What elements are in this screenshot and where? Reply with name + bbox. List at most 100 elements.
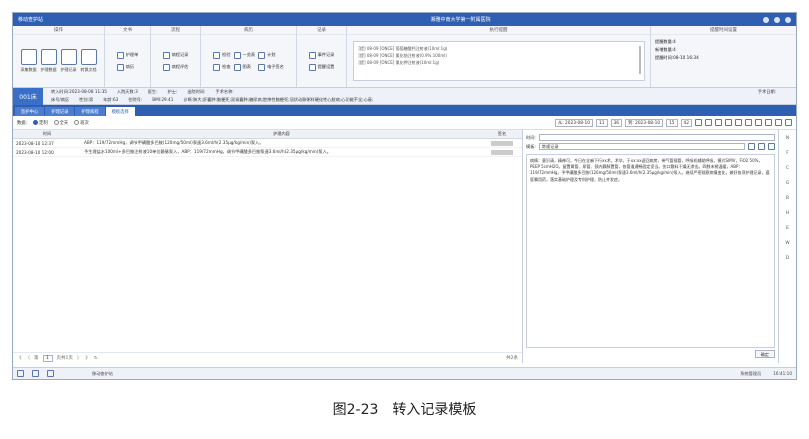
close-icon[interactable] [785, 16, 791, 23]
back-icon[interactable] [775, 119, 782, 126]
sidebar-item[interactable]: C [786, 166, 789, 171]
group-label: 病历 [201, 26, 296, 35]
from-date-input[interactable]: 从: 2023-08-10 [554, 118, 594, 127]
bed-number[interactable]: 001床 [13, 87, 43, 105]
chart-icon [233, 63, 241, 71]
doctor: 医生: [147, 89, 158, 94]
next-page-button[interactable]: 〉 [77, 355, 82, 361]
prev-page-button[interactable]: 〈 [26, 355, 31, 361]
first-page-button[interactable]: 《 [17, 355, 22, 361]
refresh-button[interactable]: ↻ [94, 356, 98, 361]
settings-icon[interactable] [725, 119, 732, 126]
pen-icon [258, 63, 266, 71]
sidebar-item[interactable]: F [786, 151, 788, 156]
last-page-button[interactable]: 》 [85, 355, 90, 361]
scrollbar[interactable] [638, 46, 641, 74]
confirm-button[interactable]: 确定 [754, 350, 775, 358]
to-date-input[interactable]: 到: 2023-08-10 [624, 118, 664, 127]
button-label: 检验 [222, 52, 231, 57]
radio-shift[interactable]: 班次 [74, 119, 89, 126]
search-icon[interactable] [695, 119, 702, 126]
list-icon[interactable] [748, 143, 755, 150]
tab-nursing-course[interactable]: 护理病程 [75, 107, 105, 116]
bell-icon [308, 63, 316, 71]
reminder-item[interactable]: [提] 08-09 [ONCE] 氯化钠注射液(0.9%:100ml) [359, 52, 639, 59]
reminder-settings-button[interactable]: 提醒设置 [308, 63, 334, 71]
radio-label: 全天 [59, 120, 69, 126]
sidebar-item[interactable]: D [786, 256, 789, 261]
time-input[interactable] [538, 134, 775, 141]
gender: 性别:男 [79, 97, 94, 102]
overview-button[interactable]: 一览表 [233, 51, 256, 59]
tab-monitor[interactable]: 监护中心 [15, 107, 45, 116]
lab-button[interactable]: 检验 [213, 51, 231, 59]
page-input[interactable]: 1 [42, 354, 53, 362]
pager: 《 〈 第 1 页共1页 〉 》 ↻ 共2条 [13, 352, 522, 363]
row-time: 2023-08-10 12:00 [16, 149, 54, 155]
print-icon[interactable] [705, 119, 712, 126]
sidebar-item[interactable]: E [786, 226, 789, 231]
reminder-item[interactable]: [提] 08-09 [ONCE] 葡萄糖酸钙注射液(10ml:1g) [359, 45, 639, 52]
tab-nursing-record[interactable]: 护理记录 [45, 107, 75, 116]
course-eval-button[interactable]: 病程评估 [162, 63, 188, 71]
record-button[interactable]: 病历 [116, 63, 139, 71]
record-textarea[interactable]: 病情：意识清，精神可，今日在全麻下行xx术，术毕，于xx:xx返回病房，带气管插… [526, 154, 775, 348]
tab-template[interactable]: 模板选择 [105, 107, 135, 116]
button-label: 一览表 [242, 52, 256, 57]
chart-button[interactable]: 图表 [233, 63, 256, 71]
add-icon[interactable] [715, 119, 722, 126]
reminder-list[interactable]: [提] 08-09 [ONCE] 葡萄糖酸钙注射液(10ml:1g) [提] 0… [352, 41, 645, 81]
taskbar-app[interactable]: 移动查护站 [92, 371, 113, 377]
copy-icon[interactable] [735, 119, 742, 126]
time-label: 时间: [526, 134, 536, 140]
sidebar-item[interactable]: G [786, 181, 789, 186]
surgery-name: 手术名称: [215, 89, 234, 94]
document-icon [60, 49, 77, 65]
sidebar-item[interactable]: N [786, 136, 789, 141]
exam-button[interactable]: 检查 [213, 63, 231, 71]
save-icon[interactable] [765, 119, 772, 126]
export-icon[interactable] [745, 119, 752, 126]
template-select[interactable]: 常规记录 [538, 143, 745, 150]
convert-doc-button[interactable]: 转换文档 [80, 49, 97, 73]
print-icon[interactable] [32, 370, 39, 377]
table-row[interactable]: 2023-08-10 12:37 ABP：119/72mmHg，调节甲磺酸多巴胺… [13, 139, 522, 148]
radio-all-day[interactable]: 全天 [53, 119, 69, 126]
hospital-title: 湘雅中南大学第一附属医院 [430, 17, 491, 23]
settings-icon[interactable] [758, 143, 765, 150]
course-record-button[interactable]: 病程记录 [162, 51, 188, 59]
minimize-icon[interactable] [763, 16, 769, 23]
button-label: 护理单 [125, 52, 139, 57]
reminder-item[interactable]: [提] 08-09 [ONCE] 氯化钾注射液(10ml:1g) [359, 59, 639, 66]
from-hour-input[interactable]: 11 [596, 118, 608, 127]
header-content: 护理内容 [273, 131, 290, 136]
plan-button[interactable]: 计划 [258, 51, 284, 59]
nursing-record-button[interactable]: 护理记录 [60, 49, 77, 73]
transfer-time: 转入时间:2023-08-08 11:35 [51, 89, 107, 94]
sidebar-item[interactable]: H [786, 211, 789, 216]
sidebar-item[interactable]: W [785, 241, 789, 246]
form-icon [116, 51, 124, 59]
ribbon: 操作 采集数据 护理数据 护理记录 转换文档 文书 护理单 病历 流程 病程记录… [13, 26, 796, 88]
forward-icon[interactable] [785, 119, 792, 126]
ribbon-group-operate: 操作 采集数据 护理数据 护理记录 转换文档 [13, 26, 105, 87]
nursing-data-button[interactable]: 护理数据 [40, 49, 57, 73]
button-label: 转换文档 [80, 67, 97, 72]
event-record-button[interactable]: 事件记录 [308, 51, 334, 59]
delete-icon[interactable] [755, 119, 762, 126]
window-icon[interactable] [47, 370, 54, 377]
collect-data-button[interactable]: 采集数据 [20, 49, 37, 73]
check-icon[interactable] [768, 143, 775, 150]
to-minute-input[interactable]: 42 [680, 118, 692, 127]
home-icon[interactable] [17, 370, 24, 377]
to-hour-input[interactable]: 15 [666, 118, 678, 127]
nursing-form-button[interactable]: 护理单 [116, 51, 139, 59]
table-row[interactable]: 2023-08-10 12:00 予生理盐水100ml+多巴胺注射液10单位静脉… [13, 148, 522, 157]
esign-button[interactable]: 电子签名 [258, 63, 284, 71]
tab-bar: 监护中心 护理记录 护理病程 模板选择 [13, 105, 796, 116]
sidebar-item[interactable]: B [786, 196, 789, 201]
from-minute-input[interactable]: 36 [610, 118, 622, 127]
maximize-icon[interactable] [774, 16, 780, 23]
patient-info-bar: 001床 转入时间:2023-08-08 11:35 入院天数:3 医生: 护士… [13, 87, 796, 105]
radio-custom[interactable]: 定制 [33, 119, 48, 126]
